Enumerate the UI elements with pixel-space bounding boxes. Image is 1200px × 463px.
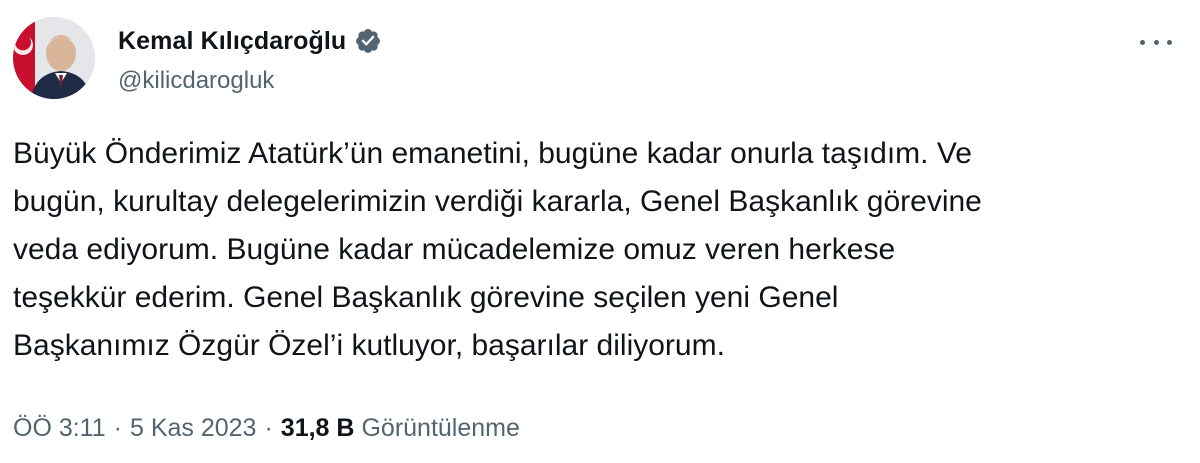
tweet-time[interactable]: ÖÖ 3:11 — [13, 414, 106, 443]
tweet-card: Kemal Kılıçdaroğlu @kilicdarogluk Büyük … — [0, 0, 1200, 463]
more-options-icon[interactable] — [1140, 30, 1172, 54]
more-dot — [1140, 39, 1145, 45]
views-count: 31,8 B — [280, 413, 355, 442]
author-name-row: Kemal Kılıçdaroğlu — [118, 24, 382, 58]
more-dot — [1167, 39, 1172, 45]
tweet-text-line: veda ediyorum. Bugüne kadar mücadelemize… — [13, 233, 896, 266]
author-handle[interactable]: @kilicdarogluk — [118, 67, 274, 95]
tweet-text-line: bugün, kurultay delegelerimizin verdiği … — [13, 185, 982, 218]
author-display-name[interactable]: Kemal Kılıçdaroğlu — [118, 27, 346, 56]
more-dot — [1153, 39, 1159, 45]
verified-badge-icon[interactable] — [354, 27, 382, 55]
views-label: Görüntülenme — [361, 413, 520, 442]
tweet-text-line: teşekkür ederim. Genel Başkanlık görevin… — [13, 281, 839, 314]
avatar-image — [13, 17, 95, 99]
avatar[interactable] — [13, 17, 95, 99]
tweet-text-line: Büyük Önderimiz Atatürk’ün emanetini, bu… — [13, 137, 972, 170]
meta-separator: · — [113, 413, 122, 442]
tweet-text-line: Başkanımız Özgür Özel’i kutluyor, başarı… — [13, 329, 725, 362]
tweet-text: Büyük Önderimiz Atatürk’ün emanetini, bu… — [13, 130, 1183, 370]
tweet-date[interactable]: 5 Kas 2023 — [130, 414, 257, 443]
tweet-meta: ÖÖ 3:11 · 5 Kas 2023 · 31,8 B Görüntülen… — [13, 408, 520, 448]
meta-separator: · — [264, 413, 273, 442]
